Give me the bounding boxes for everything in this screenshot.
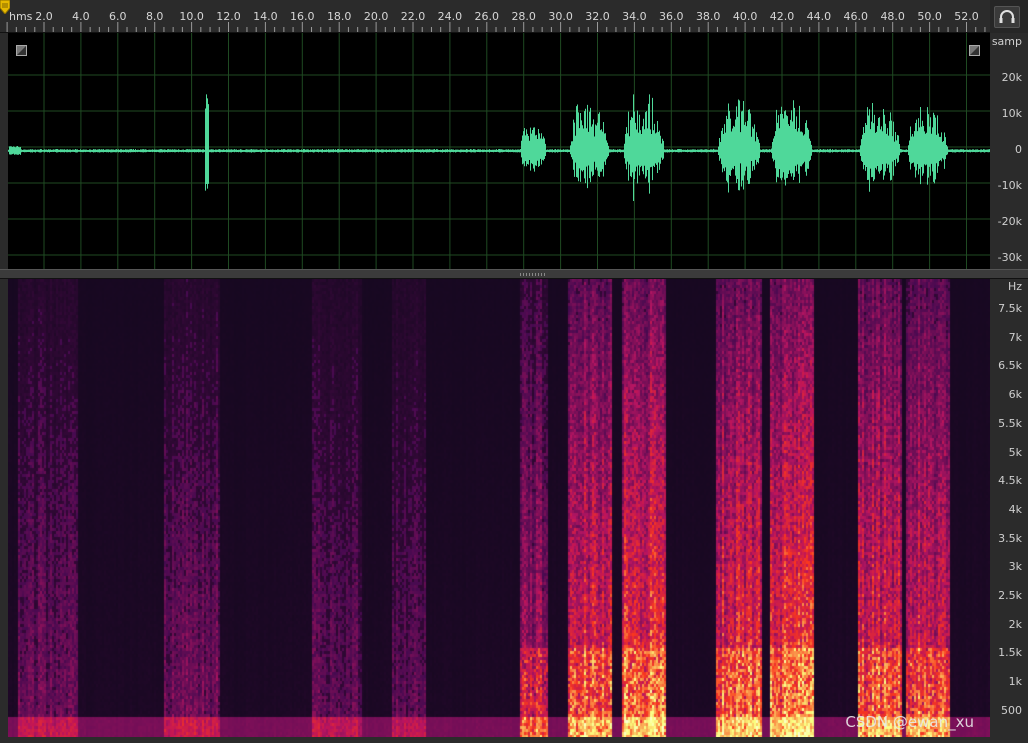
time-tick-label: 42.0 [769,10,795,23]
time-tick-label: 50.0 [917,10,942,23]
frequency-scale-label: 5k [1008,445,1022,459]
time-tick-label: 10.0 [179,10,204,23]
time-tick-label: 18.0 [326,10,352,23]
time-tick-label: 44.0 [806,10,832,23]
time-tick-label: 12.0 [216,10,241,23]
frequency-scale-label: 2.5k [998,589,1022,602]
time-tick-label: 6.0 [109,10,127,23]
bottom-edge-strip [0,737,1028,743]
time-tick-label: 2.0 [35,10,53,23]
time-tick-label: 36.0 [659,10,684,23]
frequency-scale-label: 4.5k [998,474,1022,488]
time-tick-label: 4.0 [72,10,90,23]
frequency-scale-label: 5.5k [998,416,1022,430]
amplitude-unit-label: samp [991,35,1022,48]
frequency-scale-label: 6.5k [998,359,1022,373]
frequency-scale-label: 2k [1008,617,1022,631]
frequency-scale-label: 500 [1001,703,1022,717]
amplitude-scale-label: 0 [1015,143,1022,156]
time-tick-label: 34.0 [622,10,647,23]
time-tick-label: 46.0 [843,10,869,23]
panel-divider-handle[interactable] [0,269,1028,279]
left-edge-strip [0,33,8,737]
frequency-scale[interactable]: Hz 7.5k 7k 6.5k 6k 5.5k 5k 4.5k 4k 3.5k 3k 2.5k 2k 1… [990,279,1028,737]
amplitude-scale[interactable]: samp 20k 10k 0 -10k -20k -30k [990,33,1028,269]
time-tick-label: 16.0 [290,10,315,23]
frequency-scale-label: 6k [1008,388,1022,402]
spectrogram-canvas [8,279,990,737]
headphone-icon [999,10,1015,23]
frequency-scale-label: 7.5k [998,302,1022,315]
time-tick-label: 26.0 [474,10,500,23]
frequency-scale-label: 1.5k [998,646,1022,660]
time-tick-label: 32.0 [585,10,610,23]
time-tick-label: 52.0 [954,10,979,23]
amplitude-scale-label: 20k [1001,71,1022,84]
time-tick-label: 24.0 [437,10,463,23]
waveform-canvas [8,33,990,269]
frequency-scale-label: 1k [1008,675,1022,689]
frequency-scale-label: 7k [1008,330,1022,344]
headphone-button[interactable] [994,6,1020,28]
time-tick-label: 40.0 [732,10,758,23]
divider-grip[interactable] [520,273,546,276]
frequency-scale-label: 4k [1008,502,1022,516]
time-tick-label: 22.0 [400,10,426,23]
amplitude-scale-label: -10k [997,179,1022,192]
time-tick-label: 30.0 [548,10,573,23]
zoom-corner-right-button[interactable] [969,45,980,56]
time-tick-label: 20.0 [363,10,389,23]
frequency-scale-label: 3k [1008,560,1022,574]
frequency-scale-label: 3.5k [998,531,1022,545]
time-tick-label: 14.0 [253,10,278,23]
audio-editor: hms 2.0 4.0 6.0 8.0 10.0 12.0 14.0 16.0 18.0 20.0… [0,0,1028,743]
zoom-corner-left-button[interactable] [16,45,27,56]
amplitude-scale-label: -30k [997,251,1022,264]
time-tick-label: 48.0 [880,10,905,23]
spectrogram-panel[interactable]: CSDN @ewan_xu [8,279,990,737]
frequency-unit-label: Hz [1007,280,1022,293]
playhead-marker-icon[interactable] [0,0,10,14]
time-tick-label: 8.0 [145,10,164,23]
waveform-trace [8,94,990,202]
amplitude-scale-label: -20k [997,215,1022,228]
watermark-text: CSDN @ewan_xu [845,713,974,731]
time-tick-label: 28.0 [511,10,536,23]
waveform-panel[interactable] [8,33,990,269]
time-ruler[interactable]: hms 2.0 4.0 6.0 8.0 10.0 12.0 14.0 16.0 18.0 20.0… [0,0,990,33]
amplitude-scale-label: 10k [1001,107,1022,120]
time-tick-label: 38.0 [695,10,721,23]
time-unit-label: hms [9,10,33,23]
